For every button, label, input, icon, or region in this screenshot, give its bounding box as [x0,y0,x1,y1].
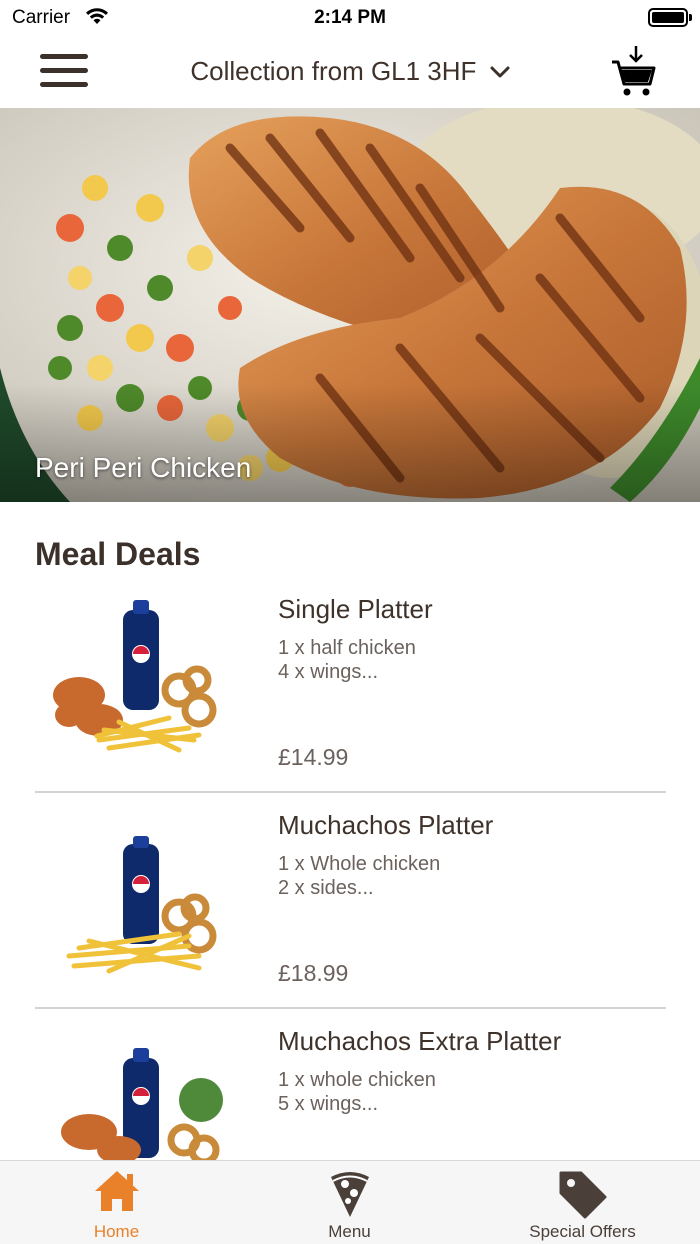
nav-bar: Collection from GL1 3HF [0,36,700,108]
hero-food-image [0,108,700,502]
tab-label: Home [93,1222,140,1241]
divider [35,1007,666,1009]
deal-name: Muchachos Platter [278,810,494,840]
meal-deal-item[interactable]: Muchachos Extra Platter 1 x whole chicke… [35,1022,666,1160]
deal-description-line: 1 x half chicken [278,637,416,659]
deal-description-line: 1 x whole chicken [278,1069,436,1091]
chevron-down-icon [490,55,510,86]
deal-description-line: 4 x wings... [278,661,379,683]
section-title: Meal Deals [35,536,201,572]
deal-description: 1 x whole chicken 5 x wings... [278,1068,436,1116]
deal-description: 1 x Whole chicken 2 x sides... [278,852,440,900]
deal-name: Muchachos Extra Platter [278,1026,562,1056]
deal-image [49,600,229,760]
cart-icon[interactable] [610,44,656,103]
tab-menu[interactable]: Menu [233,1161,466,1244]
deal-description: 1 x half chicken 4 x wings... [278,636,416,684]
deal-name: Single Platter [278,594,433,624]
deal-price: £18.99 [278,960,349,986]
tag-icon [557,1169,609,1226]
tab-bar: Home Menu Special Offers [0,1160,700,1244]
pizza-slice-icon [327,1169,373,1224]
deal-price: £14.99 [278,744,349,770]
deal-description-line: 1 x Whole chicken [278,853,441,875]
home-icon [93,1169,141,1218]
deal-description-line: 5 x wings... [278,1093,379,1115]
status-bar: Carrier 2:14 PM [0,0,700,36]
divider [35,791,666,793]
battery-icon [648,8,692,27]
tab-label: Special Offers [529,1222,636,1241]
meal-deal-item[interactable]: Muchachos Platter 1 x Whole chicken 2 x … [35,806,666,1022]
location-label: Collection from GL1 3HF [190,56,477,86]
tab-special-offers[interactable]: Special Offers [466,1161,699,1244]
deal-description-line: 2 x sides... [278,877,374,899]
hero-caption: Peri Peri Chicken [35,452,252,483]
hero-banner[interactable]: Peri Peri Chicken [0,108,700,502]
tab-home[interactable]: Home [0,1161,233,1244]
clock-time: 2:14 PM [314,7,386,28]
location-selector[interactable]: Collection from GL1 3HF [0,56,700,87]
meal-deal-item[interactable]: Single Platter 1 x half chicken 4 x wing… [35,590,666,806]
deal-image [49,816,229,976]
tab-label: Menu [328,1222,371,1241]
deal-image [49,1032,229,1160]
